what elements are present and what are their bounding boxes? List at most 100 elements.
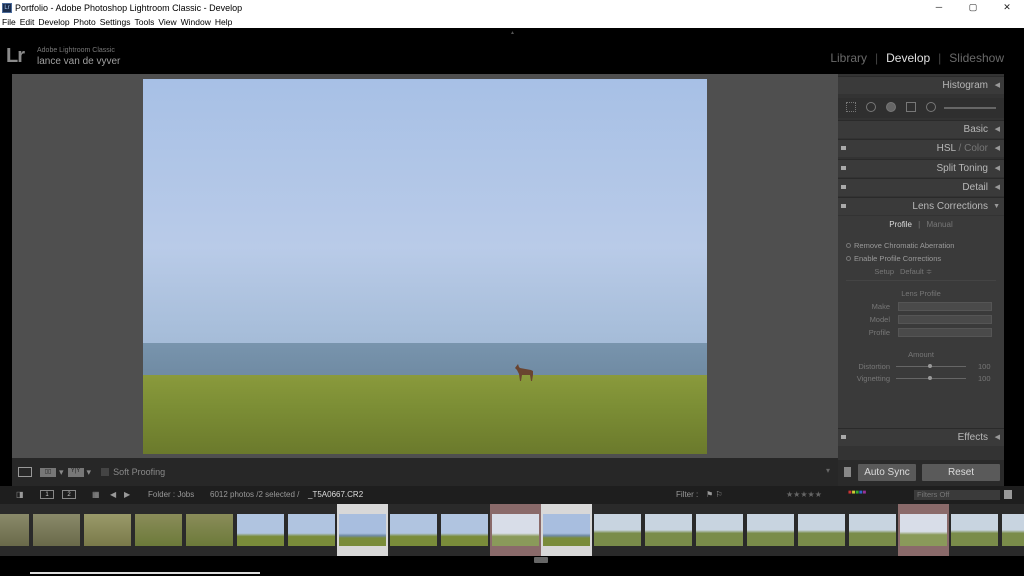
radial-filter-icon[interactable] (926, 102, 936, 112)
user-name: lance van de vyver (37, 56, 121, 67)
menu-help[interactable]: Help (215, 17, 232, 27)
crop-tool-icon[interactable] (846, 102, 856, 112)
vignetting-value[interactable]: 100 (978, 374, 991, 383)
color-label-filter[interactable]: ■■■■■ (848, 490, 866, 496)
filmstrip-thumb[interactable] (898, 504, 949, 556)
forward-arrow-icon[interactable]: ▶ (124, 490, 130, 499)
filter-label: Filter : (676, 490, 699, 499)
filmstrip-thumb[interactable] (949, 504, 1000, 556)
folder-source[interactable]: Folder : Jobs (148, 490, 194, 499)
filmstrip-thumb[interactable] (694, 504, 745, 556)
detail-header[interactable]: Detail ◀ (838, 178, 1004, 196)
minimize-button[interactable]: ─ (922, 0, 956, 16)
panel-switch-icon[interactable] (841, 204, 846, 208)
enable-profile-row[interactable]: Enable Profile Corrections (846, 254, 941, 263)
split-toning-header[interactable]: Split Toning ◀ (838, 159, 1004, 177)
menu-bar: File Edit Develop Photo Settings Tools V… (0, 16, 1024, 28)
menu-file[interactable]: File (2, 17, 16, 27)
filmstrip-thumb[interactable] (31, 504, 82, 556)
distortion-slider-thumb[interactable] (928, 364, 932, 368)
remove-ca-checkbox[interactable] (846, 243, 851, 248)
loupe-view-icon[interactable] (18, 467, 32, 477)
soft-proofing-checkbox[interactable] (101, 468, 110, 476)
filmstrip-thumb[interactable] (184, 504, 235, 556)
module-develop[interactable]: Develop (886, 51, 930, 65)
filmstrip-thumb-selected[interactable] (337, 504, 388, 556)
panel-switch-icon[interactable] (841, 166, 846, 170)
model-dropdown[interactable] (898, 315, 992, 324)
menu-settings[interactable]: Settings (100, 17, 131, 27)
grid-view-icon[interactable]: ▦ (92, 490, 100, 499)
make-dropdown[interactable] (898, 302, 992, 311)
filmstrip-thumb[interactable] (82, 504, 133, 556)
tab-manual[interactable]: Manual (926, 220, 952, 229)
secondary-display-icon[interactable]: ◨ (16, 490, 24, 499)
enable-profile-checkbox[interactable] (846, 256, 851, 261)
color-label: Color (964, 143, 988, 154)
filmstrip-thumb[interactable] (286, 504, 337, 556)
filmstrip-thumb[interactable] (439, 504, 490, 556)
lens-corrections-header[interactable]: Lens Corrections ▼ (838, 197, 1004, 215)
brush-tool-slider[interactable] (944, 107, 996, 109)
menu-photo[interactable]: Photo (74, 17, 96, 27)
back-arrow-icon[interactable]: ◀ (110, 490, 116, 499)
vignetting-slider-thumb[interactable] (928, 376, 932, 380)
sync-switch-icon[interactable] (844, 467, 851, 477)
remove-ca-row[interactable]: Remove Chromatic Aberration (846, 241, 954, 250)
maximize-button[interactable]: ▢ (956, 0, 990, 16)
filmstrip-thumb[interactable] (745, 504, 796, 556)
tab-profile[interactable]: Profile (889, 220, 912, 229)
selected-filename[interactable]: _T5A0667.CR2 (308, 490, 363, 499)
module-slideshow[interactable]: Slideshow (949, 51, 1004, 65)
filter-preset-dropdown[interactable]: Filters Off (914, 490, 1000, 500)
panel-switch-icon[interactable] (841, 435, 846, 439)
basic-header[interactable]: Basic ◀ (838, 120, 1004, 138)
menu-develop[interactable]: Develop (38, 17, 69, 27)
top-panel-toggle-icon[interactable]: ▲ (510, 30, 515, 36)
filmstrip-thumb[interactable] (847, 504, 898, 556)
histogram-header[interactable]: Histogram ◀ (838, 76, 1004, 94)
filmstrip-thumb[interactable] (796, 504, 847, 556)
filmstrip-thumb[interactable] (235, 504, 286, 556)
yy-view-icon[interactable]: Y|Y (67, 467, 84, 477)
dropdown-icon[interactable]: ▾ (59, 467, 64, 478)
setup-dropdown[interactable]: Default ≑ (900, 267, 932, 276)
red-eye-icon[interactable] (886, 102, 896, 112)
panel-switch-icon[interactable] (841, 146, 846, 150)
toolbar-menu-icon[interactable]: ▾ (826, 466, 830, 475)
filmstrip-thumb[interactable] (490, 504, 541, 556)
close-button[interactable]: ✕ (990, 0, 1024, 16)
page-1-button[interactable]: 1 (40, 490, 54, 499)
menu-tools[interactable]: Tools (134, 17, 154, 27)
filmstrip-thumb[interactable] (592, 504, 643, 556)
filmstrip-thumb[interactable] (0, 504, 31, 556)
graduated-filter-icon[interactable] (906, 102, 916, 112)
spot-removal-icon[interactable] (866, 102, 876, 112)
page-2-button[interactable]: 2 (62, 490, 76, 499)
reset-button[interactable]: Reset (922, 464, 1000, 481)
filmstrip-thumb[interactable] (643, 504, 694, 556)
main-photo[interactable] (143, 79, 707, 454)
profile-dropdown[interactable] (898, 328, 992, 337)
filmstrip-scrollbar[interactable] (30, 572, 260, 574)
before-after-icon[interactable]: ▯▯ (40, 467, 56, 477)
auto-sync-button[interactable]: Auto Sync (858, 464, 916, 481)
filmstrip-toggle-icon[interactable] (534, 557, 548, 563)
panel-switch-icon[interactable] (841, 185, 846, 189)
filmstrip-thumb[interactable] (1000, 504, 1024, 556)
star-filter[interactable]: ★★★★★ (786, 490, 822, 499)
detail-label: Detail (962, 182, 988, 193)
flag-filter-icon[interactable]: ⚑ ⚐ (706, 490, 723, 499)
menu-window[interactable]: Window (181, 17, 211, 27)
hsl-header[interactable]: HSL / Color ◀ (838, 139, 1004, 157)
filmstrip-thumb[interactable] (133, 504, 184, 556)
module-library[interactable]: Library (830, 51, 867, 65)
menu-view[interactable]: View (158, 17, 176, 27)
menu-edit[interactable]: Edit (20, 17, 35, 27)
filter-lock-icon[interactable] (1004, 490, 1012, 499)
distortion-value[interactable]: 100 (978, 362, 991, 371)
effects-header[interactable]: Effects ◀ (838, 428, 1004, 446)
filmstrip-thumb-active[interactable] (541, 504, 592, 556)
dropdown-icon[interactable]: ▾ (87, 467, 92, 478)
filmstrip-thumb[interactable] (388, 504, 439, 556)
